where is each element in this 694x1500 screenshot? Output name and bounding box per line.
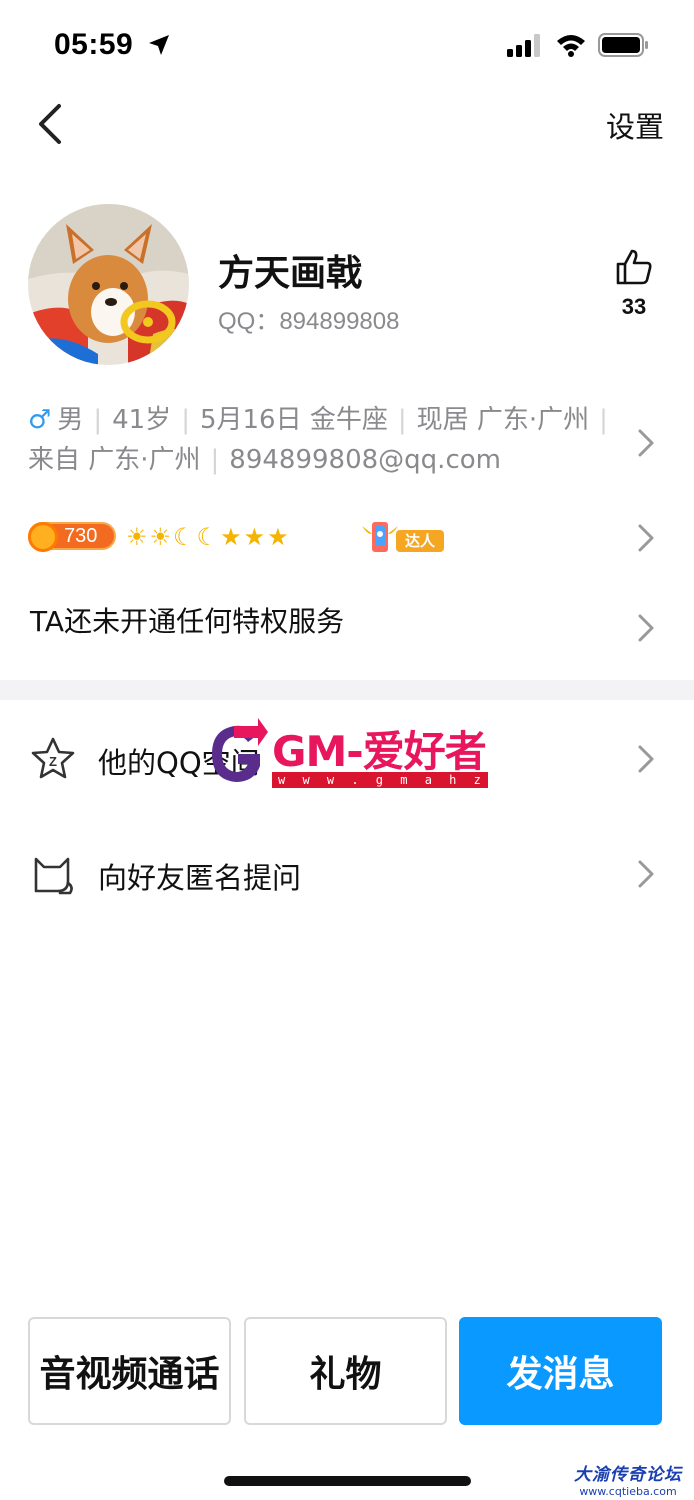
watermark-text: GM-爱好者 bbox=[272, 727, 487, 776]
gift-button[interactable]: 礼物 bbox=[244, 1317, 447, 1425]
video-call-button[interactable]: 音视频通话 bbox=[28, 1317, 231, 1425]
hometown: 来自 广东·广州 bbox=[28, 445, 201, 475]
chevron-left-icon bbox=[39, 104, 61, 144]
chevron-right-icon bbox=[638, 860, 654, 888]
level-row[interactable]: 730 ☀☀☾☾★★★ 达人 bbox=[28, 516, 648, 558]
profile-name: 方天画戟 bbox=[218, 253, 363, 294]
home-indicator[interactable] bbox=[224, 1476, 471, 1486]
age: 41岁 bbox=[112, 405, 172, 435]
list-item-anonymous-question[interactable]: 向好友匿名提问 bbox=[0, 833, 694, 913]
sun-icon: ☀ bbox=[149, 523, 174, 551]
sun-icon: ☀ bbox=[126, 523, 150, 551]
privilege-row[interactable]: TA还未开通任何特权服务 bbox=[30, 600, 344, 640]
star-icon: ★ bbox=[267, 523, 291, 551]
svg-text:Z: Z bbox=[49, 754, 57, 769]
chevron-right-icon bbox=[638, 524, 654, 552]
back-button[interactable] bbox=[26, 100, 74, 148]
star-icon: ★ bbox=[220, 523, 244, 551]
level-value: 730 bbox=[64, 525, 98, 547]
battery-icon bbox=[598, 33, 650, 61]
settings-link[interactable]: 设置 bbox=[606, 104, 664, 146]
watermark: GM-爱好者 w w w . g m a h z . c o m bbox=[204, 714, 488, 803]
section-divider bbox=[0, 680, 694, 700]
chevron-right-icon bbox=[638, 614, 654, 642]
moon-icon: ☾ bbox=[196, 523, 221, 551]
send-message-button[interactable]: 发消息 bbox=[459, 1317, 662, 1425]
level-badge: 730 bbox=[28, 522, 116, 552]
like-button[interactable]: 33 bbox=[608, 248, 660, 320]
gender: 男 bbox=[57, 405, 84, 435]
thumbs-up-icon bbox=[616, 249, 652, 285]
avatar[interactable] bbox=[28, 204, 189, 365]
forum-watermark: 大渝传奇论坛 www.cqtieba.com bbox=[568, 1460, 688, 1498]
chevron-right-icon bbox=[638, 429, 654, 457]
watermark-url: w w w . g m a h z . c o m bbox=[272, 772, 488, 803]
status-time: 05:59 bbox=[54, 28, 134, 61]
chevron-right-icon bbox=[638, 745, 654, 773]
nav-bar: 设置 bbox=[0, 90, 694, 160]
birthday: 5月16日 金牛座 bbox=[199, 405, 388, 435]
male-icon: ♂ bbox=[28, 405, 52, 435]
email: 894899808@qq.com bbox=[229, 445, 501, 475]
star-icon: ★ bbox=[243, 523, 268, 551]
expert-wing-icon bbox=[362, 522, 398, 552]
qq-number: QQ：894899808 bbox=[218, 308, 400, 335]
expert-label: 达人 bbox=[396, 530, 444, 552]
privilege-text: TA还未开通任何特权服务 bbox=[30, 605, 345, 638]
star-space-icon: Z bbox=[31, 737, 75, 779]
bottom-actions: 音视频通话 礼物 发消息 bbox=[28, 1317, 664, 1425]
level-coin-icon bbox=[28, 522, 58, 552]
wifi-icon bbox=[555, 33, 587, 61]
like-count: 33 bbox=[621, 294, 647, 319]
forum-url: www.cqtieba.com bbox=[579, 1485, 677, 1498]
forum-title: 大渝传奇论坛 bbox=[574, 1465, 682, 1485]
moon-icon: ☾ bbox=[173, 523, 197, 551]
residence: 现居 广东·广州 bbox=[416, 405, 590, 435]
level-icons: ☀☀☾☾★★★ bbox=[126, 522, 291, 552]
status-bar: 05:59 bbox=[0, 0, 694, 90]
signal-icon bbox=[507, 34, 543, 62]
watermark-logo-icon bbox=[212, 718, 268, 782]
profile-info[interactable]: ♂ 男 | 41岁 | 5月16日 金牛座 | 现居 广东·广州 |来自 广东·广州 | 89489… bbox=[28, 400, 628, 480]
location-arrow-icon bbox=[147, 33, 171, 61]
cat-icon bbox=[34, 857, 73, 895]
list-item-label: 向好友匿名提问 bbox=[98, 861, 302, 895]
profile-header: 方天画戟 QQ：894899808 33 bbox=[0, 204, 694, 366]
expert-badge: 达人 bbox=[360, 518, 444, 556]
